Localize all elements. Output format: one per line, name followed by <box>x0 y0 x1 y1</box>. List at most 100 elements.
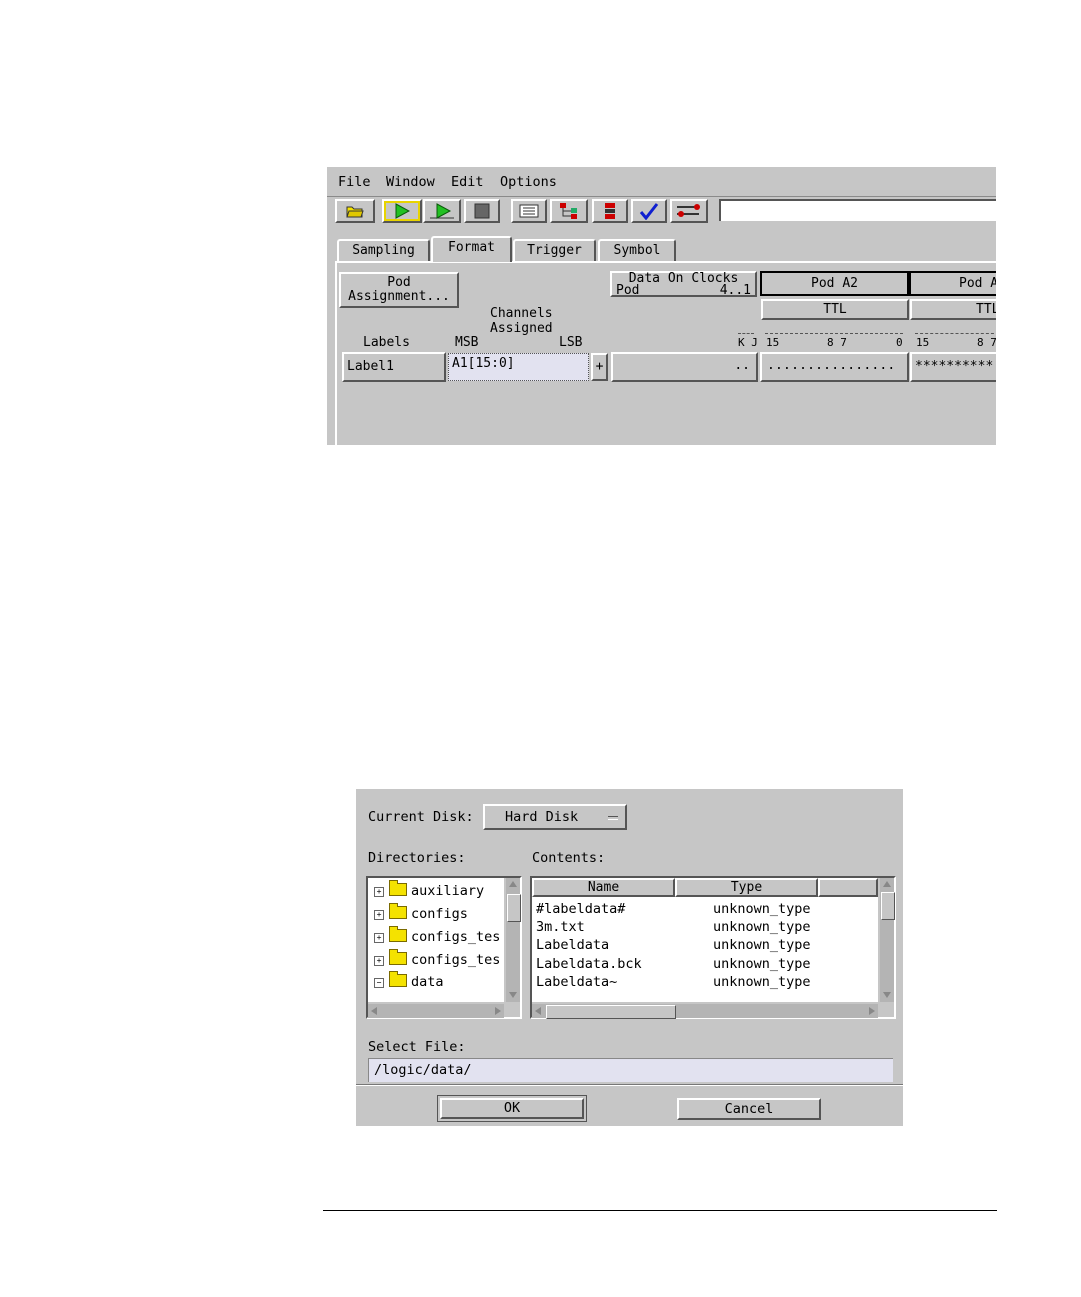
menu-options[interactable]: Options <box>500 174 557 190</box>
directory-item[interactable]: + configs_tes <box>374 949 500 973</box>
file-row[interactable]: Labeldata.bck unknown_type <box>536 956 876 974</box>
pod-assignment-line2: Assignment... <box>348 289 450 304</box>
file-row[interactable]: Labeldata unknown_type <box>536 937 876 955</box>
status-field[interactable] <box>719 199 996 221</box>
expand-icon[interactable]: + <box>374 933 384 943</box>
scroll-thumb[interactable] <box>881 892 895 920</box>
open-button[interactable] <box>335 199 375 223</box>
run-repetitive-button[interactable] <box>423 199 461 223</box>
scroll-up-icon[interactable] <box>883 881 891 887</box>
directory-item[interactable]: + configs_tes <box>374 926 500 950</box>
file-row[interactable]: #labeldata# unknown_type <box>536 901 876 919</box>
tab-trigger[interactable]: Trigger <box>513 239 596 261</box>
contents-panel: Name Type #labeldata# unknown_type 3m.txt… <box>530 876 896 1019</box>
directories-hscroll[interactable] <box>368 1004 504 1018</box>
contents-vscroll[interactable] <box>880 878 895 1002</box>
column-header-filler <box>818 878 878 897</box>
directories-list[interactable]: + auxiliary + configs + configs_tes + config… <box>368 878 504 1002</box>
scroll-left-icon[interactable] <box>535 1007 541 1015</box>
waveform-icon <box>605 203 615 219</box>
folder-icon <box>389 903 407 919</box>
directory-item[interactable]: − data <box>374 971 444 995</box>
stop-icon <box>474 203 490 219</box>
check-icon <box>639 203 659 220</box>
overview-icon <box>560 203 577 219</box>
scroll-right-icon[interactable] <box>869 1007 875 1015</box>
pod-next-divider <box>915 333 996 334</box>
threshold-a2-button[interactable]: TTL <box>761 299 909 320</box>
pod-assignment-button[interactable]: Pod Assignment... <box>339 272 459 308</box>
directory-item[interactable]: + configs <box>374 903 468 927</box>
bit-8-7-next: 8 7 <box>977 336 996 349</box>
tools-button[interactable] <box>670 199 708 223</box>
expand-icon[interactable]: + <box>374 956 384 966</box>
threshold-next-button[interactable]: TTL <box>910 299 996 320</box>
listing-icon <box>519 204 539 218</box>
tools-icon <box>677 204 700 217</box>
pod-a2-bits-field[interactable]: ................ <box>760 352 909 382</box>
tab-sampling[interactable]: Sampling <box>337 239 430 261</box>
channels-assigned-line1: Channels <box>490 306 553 321</box>
column-header-name[interactable]: Name <box>532 878 675 897</box>
pod-a2-header[interactable]: Pod A2 <box>760 271 909 296</box>
page-rule <box>323 1210 997 1211</box>
scroll-down-icon[interactable] <box>509 992 517 998</box>
contents-hscroll[interactable] <box>532 1004 878 1019</box>
dialog-divider <box>356 1084 903 1086</box>
folder-icon <box>389 926 407 942</box>
directories-vscroll[interactable] <box>506 878 521 1002</box>
scroll-right-icon[interactable] <box>495 1007 501 1015</box>
label-name-button[interactable]: Label1 <box>342 352 446 382</box>
column-header-type[interactable]: Type <box>675 878 818 897</box>
contents-label: Contents: <box>532 850 606 866</box>
bit-0-a2: 0 <box>896 336 903 349</box>
ok-button-default-ring: OK <box>437 1095 587 1122</box>
check-button[interactable] <box>631 199 667 223</box>
contents-list[interactable]: Name Type #labeldata# unknown_type 3m.txt… <box>532 878 878 1002</box>
expand-icon[interactable]: + <box>374 887 384 897</box>
lsb-header: LSB <box>559 335 583 350</box>
channels-field[interactable]: A1[15:0] <box>448 353 589 381</box>
pod-next-bits-field[interactable]: ********** <box>910 352 996 382</box>
folder-icon <box>389 971 407 987</box>
tab-symbol[interactable]: Symbol <box>598 239 676 261</box>
scroll-thumb[interactable] <box>507 894 521 922</box>
pod-next-header[interactable]: Pod A <box>909 271 996 296</box>
file-row[interactable]: 3m.txt unknown_type <box>536 919 876 937</box>
listing-button[interactable] <box>511 199 547 223</box>
pod-a2-divider <box>765 333 903 334</box>
menu-window[interactable]: Window <box>386 174 435 190</box>
msb-header: MSB <box>455 335 479 350</box>
scroll-down-icon[interactable] <box>883 992 891 998</box>
expand-icon[interactable]: + <box>374 910 384 920</box>
collapse-icon[interactable]: − <box>374 978 384 988</box>
ok-button[interactable]: OK <box>440 1098 584 1119</box>
kj-header: K J <box>738 336 758 349</box>
labels-header: Labels <box>363 335 410 350</box>
waveform-button[interactable] <box>592 199 628 223</box>
tab-format[interactable]: Format <box>431 236 512 262</box>
open-folder-icon <box>346 206 364 218</box>
current-disk-label: Current Disk: <box>368 809 474 825</box>
scroll-thumb[interactable] <box>546 1005 676 1019</box>
clock-bits-field[interactable]: .. <box>611 352 758 382</box>
add-channels-button[interactable]: + <box>591 353 608 381</box>
stop-button[interactable] <box>464 199 500 223</box>
scroll-left-icon[interactable] <box>371 1007 377 1015</box>
folder-icon <box>389 949 407 965</box>
directory-item[interactable]: + auxiliary <box>374 880 484 904</box>
channels-assigned-line2: Assigned <box>490 321 553 336</box>
menu-file[interactable]: File <box>338 174 371 190</box>
bit-8-7-a2: 8 7 <box>827 336 847 349</box>
menu-bar: File Window Edit Options <box>327 167 996 197</box>
cancel-button[interactable]: Cancel <box>677 1098 821 1120</box>
menu-edit[interactable]: Edit <box>451 174 484 190</box>
run-button[interactable] <box>382 199 422 223</box>
dropdown-indicator-icon <box>608 816 618 820</box>
scroll-up-icon[interactable] <box>509 881 517 887</box>
file-row[interactable]: Labeldata~ unknown_type <box>536 974 876 992</box>
select-file-input[interactable]: /logic/data/ <box>368 1058 893 1082</box>
data-on-clocks-button[interactable]: Data On Clocks Pod 4..1 <box>610 271 757 297</box>
current-disk-select[interactable]: Hard Disk <box>483 804 627 830</box>
overview-button[interactable] <box>550 199 588 223</box>
